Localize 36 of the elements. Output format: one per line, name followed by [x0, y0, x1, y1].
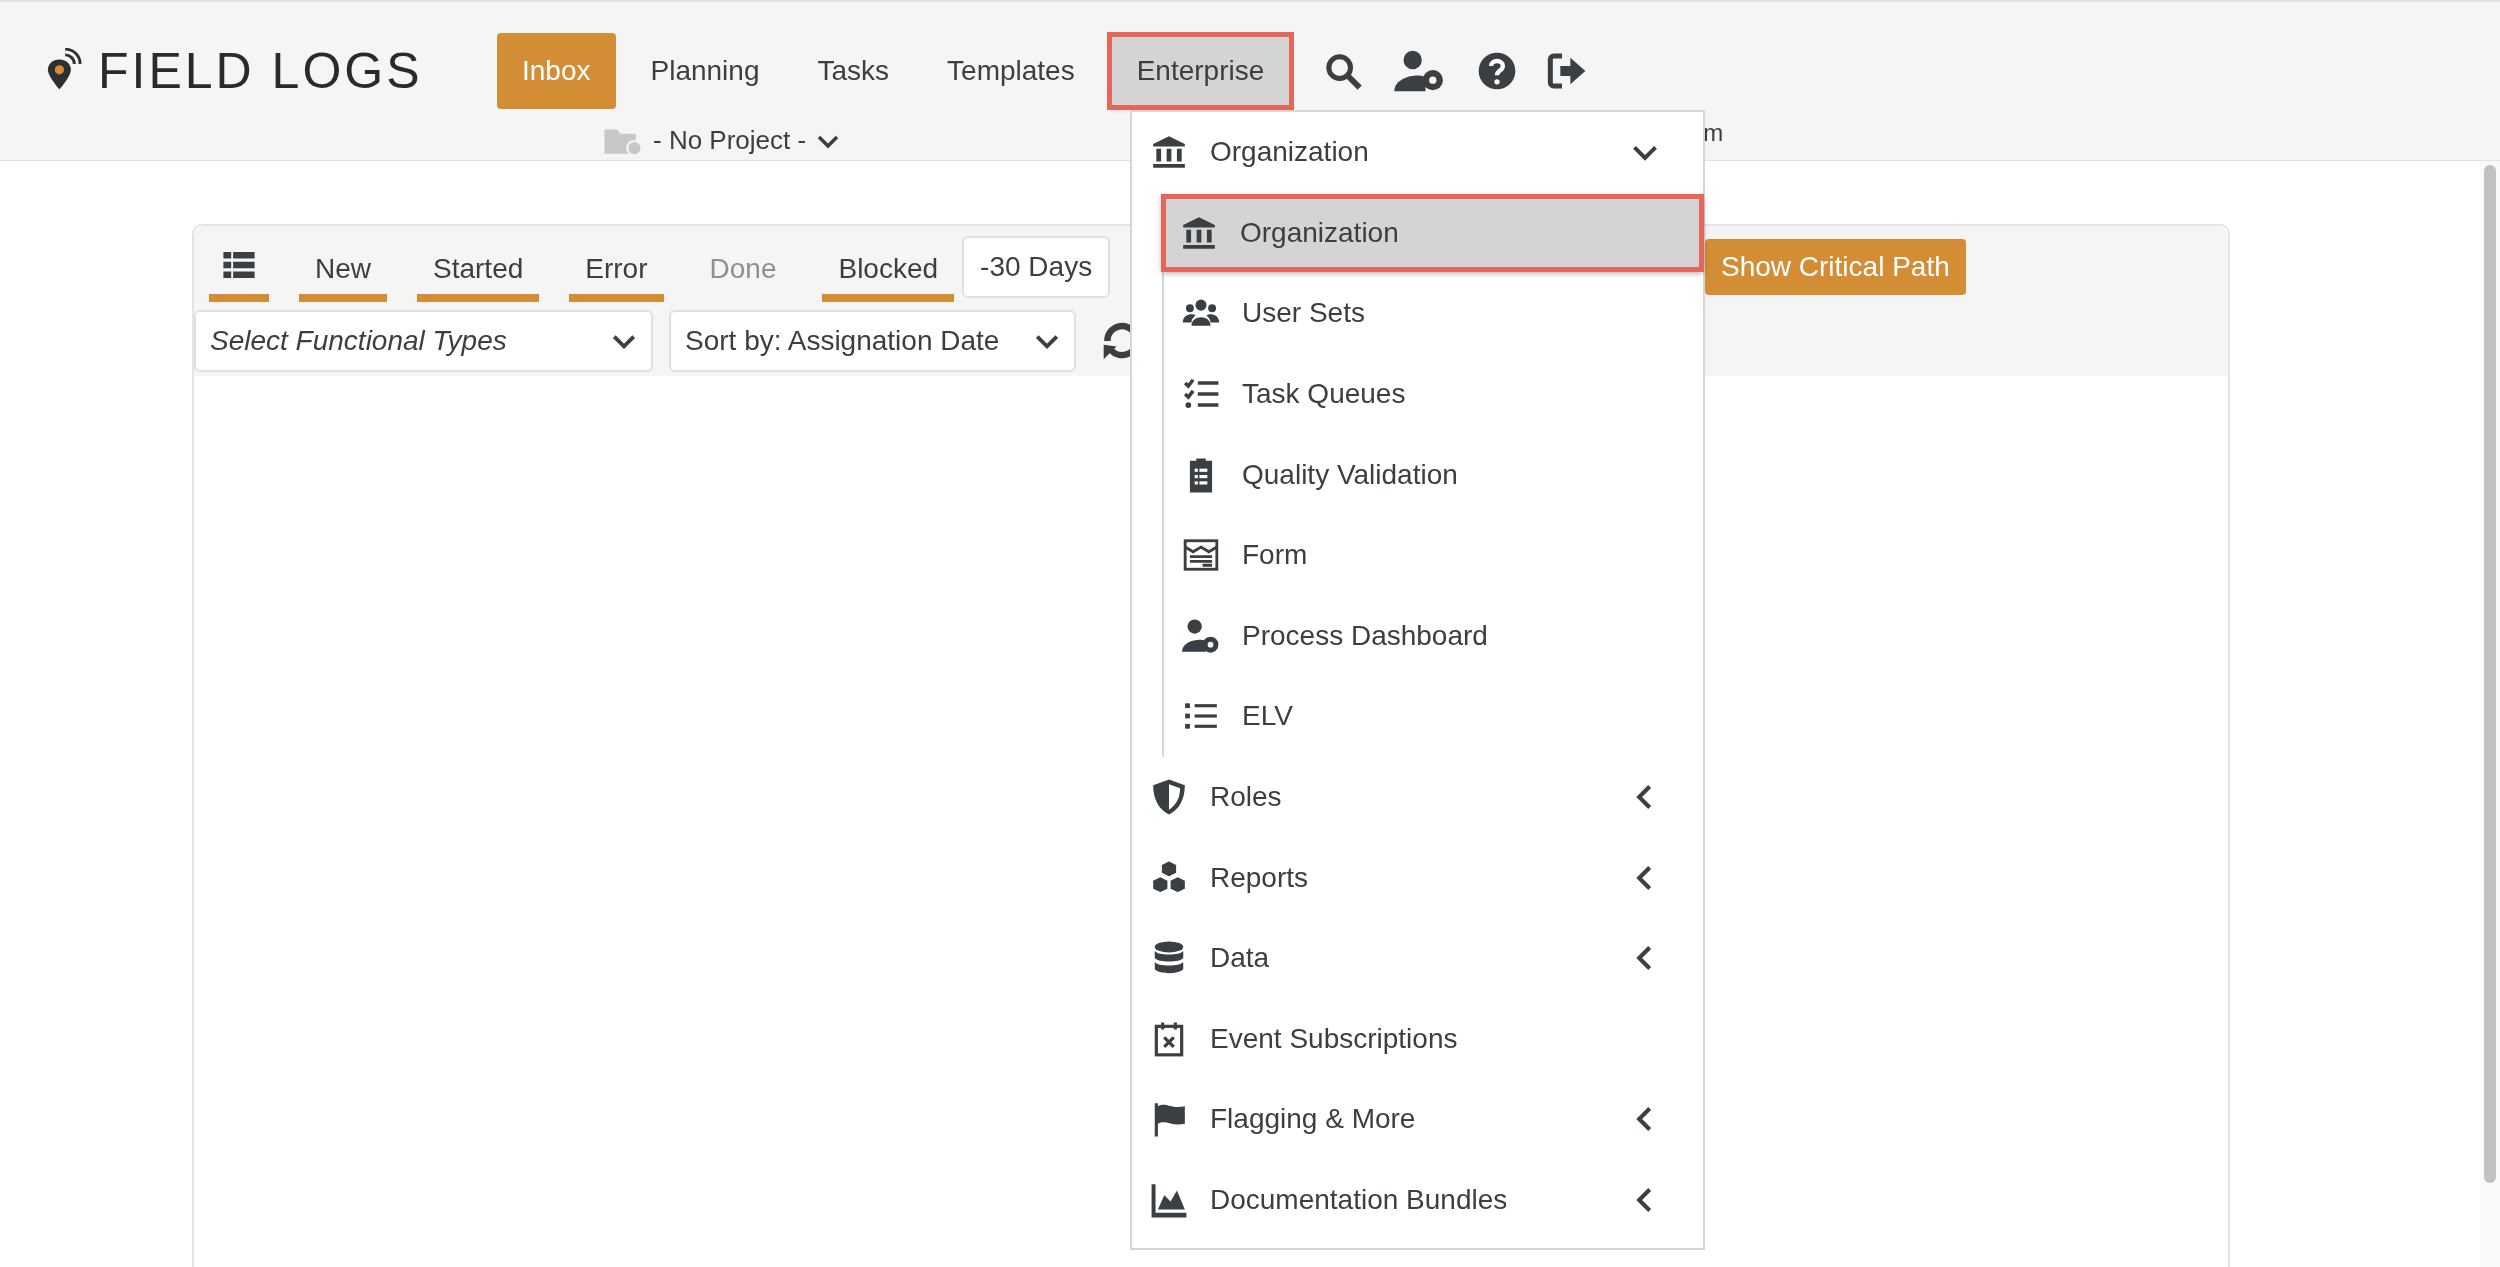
header-label: m [1703, 118, 1724, 147]
menu-item[interactable]: Roles [1132, 756, 1703, 838]
status-tab[interactable]: Started [417, 234, 540, 302]
status-tab[interactable]: Blocked [822, 234, 955, 302]
menu-item[interactable]: Event Subscriptions [1132, 998, 1703, 1080]
nav-tab[interactable]: Planning [625, 33, 785, 109]
functional-types-select[interactable]: Select Functional Types [194, 310, 653, 372]
nav-tab[interactable]: Templates [922, 33, 1100, 109]
submenu-item[interactable]: Form [1164, 514, 1703, 596]
table-list-icon [223, 251, 255, 278]
logout-icon[interactable] [1547, 51, 1588, 91]
help-icon[interactable] [1477, 51, 1518, 91]
status-tab[interactable]: Error [569, 234, 664, 302]
sort-select[interactable]: Sort by: Assignation Date [669, 310, 1076, 372]
period-select[interactable]: -30 Days [962, 236, 1111, 298]
menu-item[interactable]: Flagging & More [1132, 1079, 1703, 1160]
status-tab[interactable]: New [299, 234, 387, 302]
submenu-item[interactable]: ELV [1164, 676, 1703, 757]
project-selector[interactable]: - No Project - [603, 124, 841, 157]
search-icon[interactable] [1323, 51, 1364, 91]
logo-text: FIELD LOGS [98, 42, 423, 100]
menu-item[interactable]: Organization [1132, 112, 1703, 193]
shield-icon [1150, 778, 1188, 817]
menu-item[interactable]: Reports [1132, 837, 1703, 918]
submenu-item[interactable]: User Sets [1164, 273, 1703, 354]
menu-item[interactable]: Data [1132, 917, 1703, 999]
menu-item[interactable]: Documentation Bundles [1132, 1159, 1703, 1241]
area-chart-icon [1150, 1181, 1188, 1219]
nav-tab[interactable]: Tasks [792, 33, 915, 109]
submenu-item[interactable]: Task Queues [1164, 353, 1703, 435]
submenu-item[interactable]: Organization [1162, 194, 1703, 271]
scrollbar[interactable] [2480, 161, 2500, 1267]
submenu-item[interactable]: Quality Validation [1164, 434, 1703, 515]
user-gear-icon [1182, 616, 1220, 655]
submenu-item[interactable]: Process Dashboard [1164, 595, 1703, 677]
scrollbar-thumb[interactable] [2484, 165, 2496, 1183]
